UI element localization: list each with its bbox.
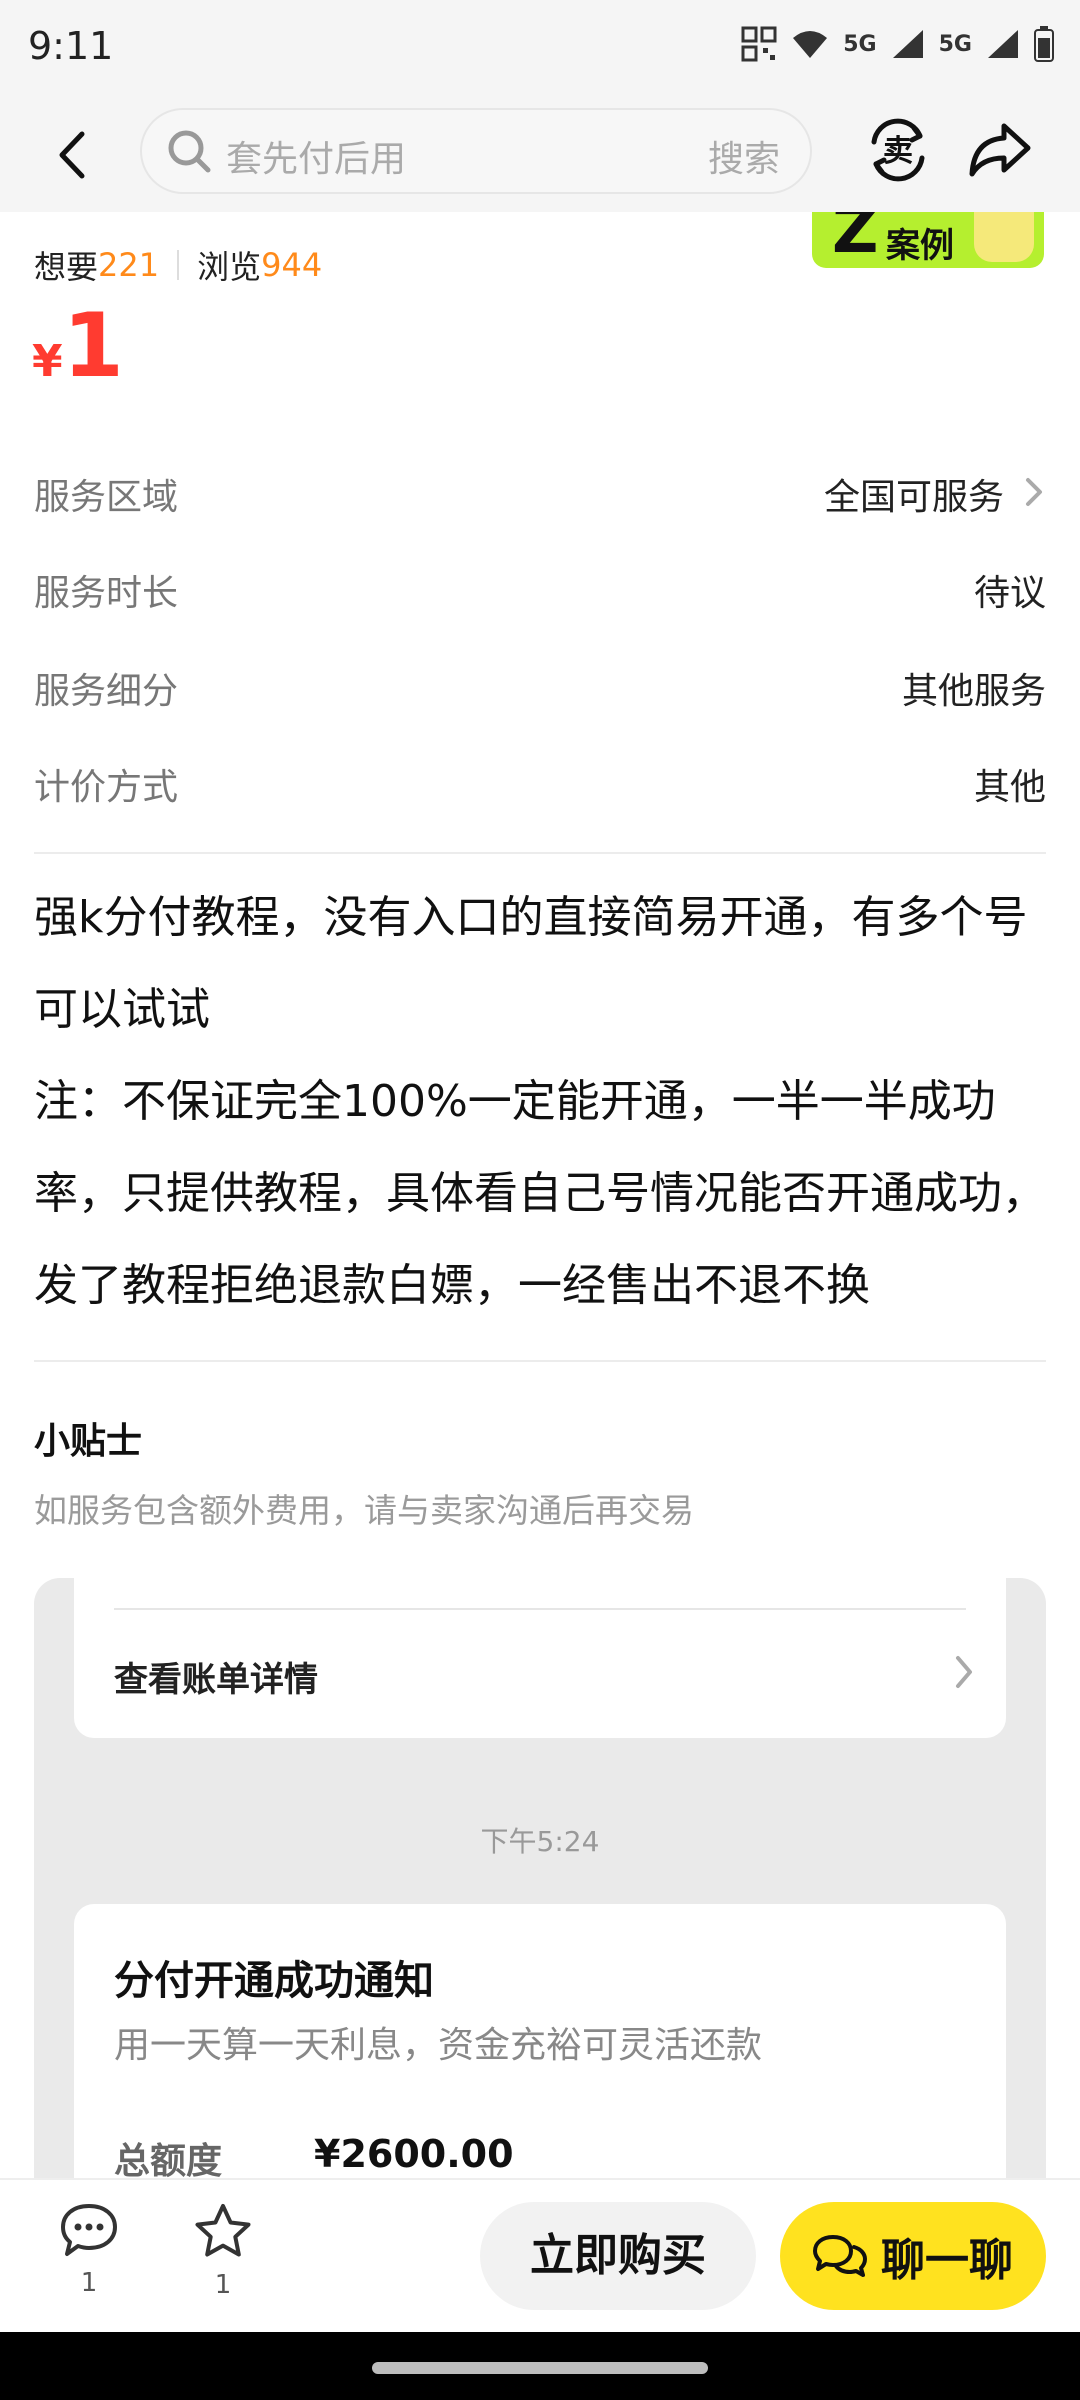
home-gesture-handle[interactable]: [372, 2362, 708, 2374]
notice-title: 分付开通成功通知: [114, 1958, 434, 2004]
attr-label: 服务区域: [34, 477, 179, 518]
view-count: 944: [261, 246, 323, 284]
item-stats: 想要 221 浏览 944: [34, 242, 322, 288]
description-paragraph: 注：不保证完全100%一定能开通，一半一半成功率，只提供教程，具体看自己号情况能…: [34, 1076, 1046, 1311]
tips-text: 如服务包含额外费用，请与卖家沟通后再交易: [34, 1491, 694, 1530]
comment-icon: [61, 2204, 117, 2256]
item-image[interactable]: 查看账单详情 下午5:24 分付开通成功通知 用一天算一天利息，资金充裕可灵活还…: [34, 1578, 1046, 2178]
status-time: 9:11: [28, 24, 114, 68]
back-arrow-icon: [59, 131, 85, 179]
sell-button[interactable]: 卖: [862, 114, 934, 186]
view-label: 浏览: [197, 248, 262, 286]
stats-divider: [177, 250, 180, 280]
attr-label: 计价方式: [34, 767, 179, 808]
star-icon: [195, 2204, 251, 2257]
want-label: 想要: [34, 248, 99, 286]
favorite-button[interactable]: 1: [178, 2202, 268, 2300]
search-icon: [168, 130, 211, 173]
comment-count: 1: [80, 2268, 98, 2298]
sell-icon: 卖: [871, 118, 925, 182]
signal-icon-2: [988, 30, 1018, 58]
chevron-right-icon: [1026, 478, 1042, 506]
comment-button[interactable]: 1: [44, 2202, 134, 2298]
attr-row-service-duration: 服务时长 待议: [34, 564, 1046, 624]
item-description: 强k分付教程，没有入口的直接简易开通，有多个号可以试试 注：不保证完全100%一…: [34, 872, 1046, 1332]
buy-now-button[interactable]: 立即购买: [480, 2202, 756, 2310]
system-nav-bar: [0, 2332, 1080, 2400]
notice-card: 分付开通成功通知 用一天算一天利息，资金充裕可灵活还款 总额度 ¥2600.00: [74, 1904, 1006, 2178]
search-placeholder: 套先付后用: [226, 139, 407, 180]
attr-row-pricing-method: 计价方式 其他: [34, 758, 1046, 818]
case-badge-label: 案例: [886, 226, 954, 266]
top-nav: 套先付后用 搜索 卖: [0, 100, 1080, 212]
attr-value: 其他: [973, 767, 1046, 808]
attr-row-service-area[interactable]: 服务区域 全国可服务: [34, 468, 1046, 528]
attr-row-service-category: 服务细分 其他服务: [34, 662, 1046, 722]
case-badge[interactable]: Z 案例: [812, 212, 1044, 268]
wifi-icon: [793, 31, 828, 58]
status-bar: 9:11 5G 5G: [0, 0, 1080, 100]
attr-value: 全国可服务: [823, 477, 1004, 518]
chevron-right-icon: [956, 1656, 972, 1688]
search-input[interactable]: 套先付后用 搜索: [140, 108, 812, 194]
signal-label-2: 5G: [938, 31, 972, 57]
qr-status-icon: [741, 26, 777, 62]
signal-icon-1: [892, 30, 923, 58]
bottom-action-bar: 1 1 立即购买 聊一聊: [0, 2178, 1080, 2334]
chat-button[interactable]: 聊一聊: [780, 2202, 1046, 2310]
case-badge-decor-icon: Z: [832, 212, 879, 268]
quota-value: ¥2600.00: [314, 2132, 514, 2176]
attr-label: 服务细分: [34, 671, 179, 712]
share-button[interactable]: [964, 114, 1036, 186]
divider: [34, 852, 1046, 854]
bill-card: 查看账单详情: [74, 1578, 1006, 1738]
case-badge-decoration: [974, 212, 1034, 262]
quota-label: 总额度: [114, 2141, 223, 2178]
bill-detail-label: 查看账单详情: [114, 1660, 318, 1700]
want-count: 221: [98, 246, 160, 284]
tips-title: 小贴士: [34, 1421, 143, 1462]
notice-subtitle: 用一天算一天利息，资金充裕可灵活还款: [114, 2025, 763, 2066]
sell-icon-glyph: 卖: [883, 134, 913, 169]
signal-label-1: 5G: [843, 31, 877, 57]
price: ¥1: [32, 302, 124, 390]
divider: [34, 1360, 1046, 1362]
chat-icon: [813, 2235, 867, 2277]
chat-button-label: 聊一聊: [881, 2235, 1013, 2286]
share-icon: [969, 123, 1031, 177]
price-value: 1: [62, 294, 124, 397]
bill-card-divider: [114, 1608, 966, 1610]
attr-value: 其他服务: [901, 671, 1046, 712]
attr-label: 服务时长: [34, 573, 179, 614]
search-button[interactable]: 搜索: [708, 130, 780, 182]
favorite-count: 1: [214, 2270, 232, 2300]
chat-timestamp: 下午5:24: [480, 1825, 600, 1858]
description-paragraph: 强k分付教程，没有入口的直接简易开通，有多个号可以试试: [34, 892, 1028, 1035]
battery-icon: [1034, 26, 1054, 62]
back-button[interactable]: [40, 120, 110, 190]
price-currency: ¥: [32, 336, 63, 387]
status-icons: 5G 5G: [741, 26, 1054, 62]
attr-value: 待议: [973, 573, 1046, 614]
